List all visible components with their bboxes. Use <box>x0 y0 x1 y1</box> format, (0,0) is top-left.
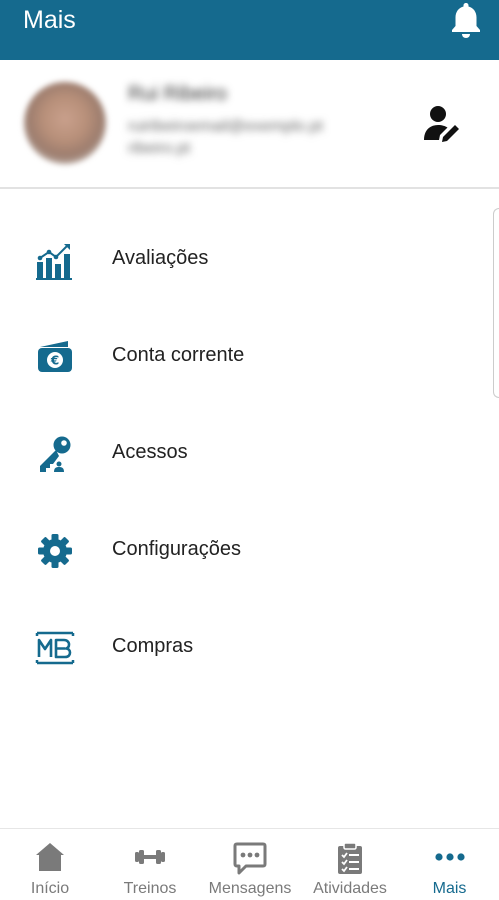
bottom-navigation: Início Treinos Mensagens Atividades Mais <box>0 828 499 900</box>
user-edit-icon[interactable] <box>422 104 464 144</box>
menu-item-label: Acessos <box>112 441 188 463</box>
profile-email-continued: ribeiro.pt <box>128 140 191 157</box>
chart-icon <box>36 244 72 280</box>
menu-item-acessos[interactable]: Acessos <box>0 419 490 489</box>
nav-item-inicio[interactable]: Início <box>0 829 100 900</box>
svg-text:€: € <box>50 354 59 368</box>
menu-item-label: Configurações <box>112 538 241 560</box>
profile-email: ruiribeiroemail@exemplo.pt <box>128 118 323 135</box>
menu-item-label: Conta corrente <box>112 344 245 366</box>
gear-icon <box>38 534 72 568</box>
menu-item-compras[interactable]: Compras <box>0 613 490 683</box>
more-icon <box>434 853 465 861</box>
nav-label: Mensagens <box>208 880 292 897</box>
wallet-icon: € <box>38 341 72 372</box>
menu-item-label: Avaliações <box>112 247 209 269</box>
nav-item-atividades[interactable]: Atividades <box>300 829 400 900</box>
nav-item-treinos[interactable]: Treinos <box>100 829 200 900</box>
key-icon <box>40 436 71 472</box>
nav-label: Início <box>30 880 70 897</box>
menu-item-conta-corrente[interactable]: € Conta corrente <box>0 322 490 392</box>
nav-label: Atividades <box>313 880 387 897</box>
menu-item-avaliacoes[interactable]: Avaliações <box>0 225 490 295</box>
menu-item-configuracoes[interactable]: Configurações <box>0 516 490 586</box>
nav-item-mais[interactable]: Mais <box>400 829 499 900</box>
nav-label: Treinos <box>123 880 177 897</box>
app-header: Mais <box>0 0 499 60</box>
chat-icon <box>233 842 267 875</box>
menu-item-label: Compras <box>112 635 194 657</box>
home-icon <box>36 843 64 871</box>
drawer-handle[interactable] <box>493 208 499 398</box>
bell-icon[interactable] <box>449 0 483 40</box>
avatar[interactable] <box>24 82 106 164</box>
dumbbell-icon <box>135 850 165 864</box>
nav-label: Mais <box>432 880 467 897</box>
page-title: Mais <box>23 5 76 34</box>
nav-item-mensagens[interactable]: Mensagens <box>200 829 300 900</box>
app-screen: Mais Rui Ribeiro ruiribeiroemail@exemplo… <box>0 0 499 900</box>
multibanco-icon <box>35 631 75 665</box>
clipboard-icon <box>338 842 362 874</box>
profile-name: Rui Ribeiro <box>128 83 227 105</box>
